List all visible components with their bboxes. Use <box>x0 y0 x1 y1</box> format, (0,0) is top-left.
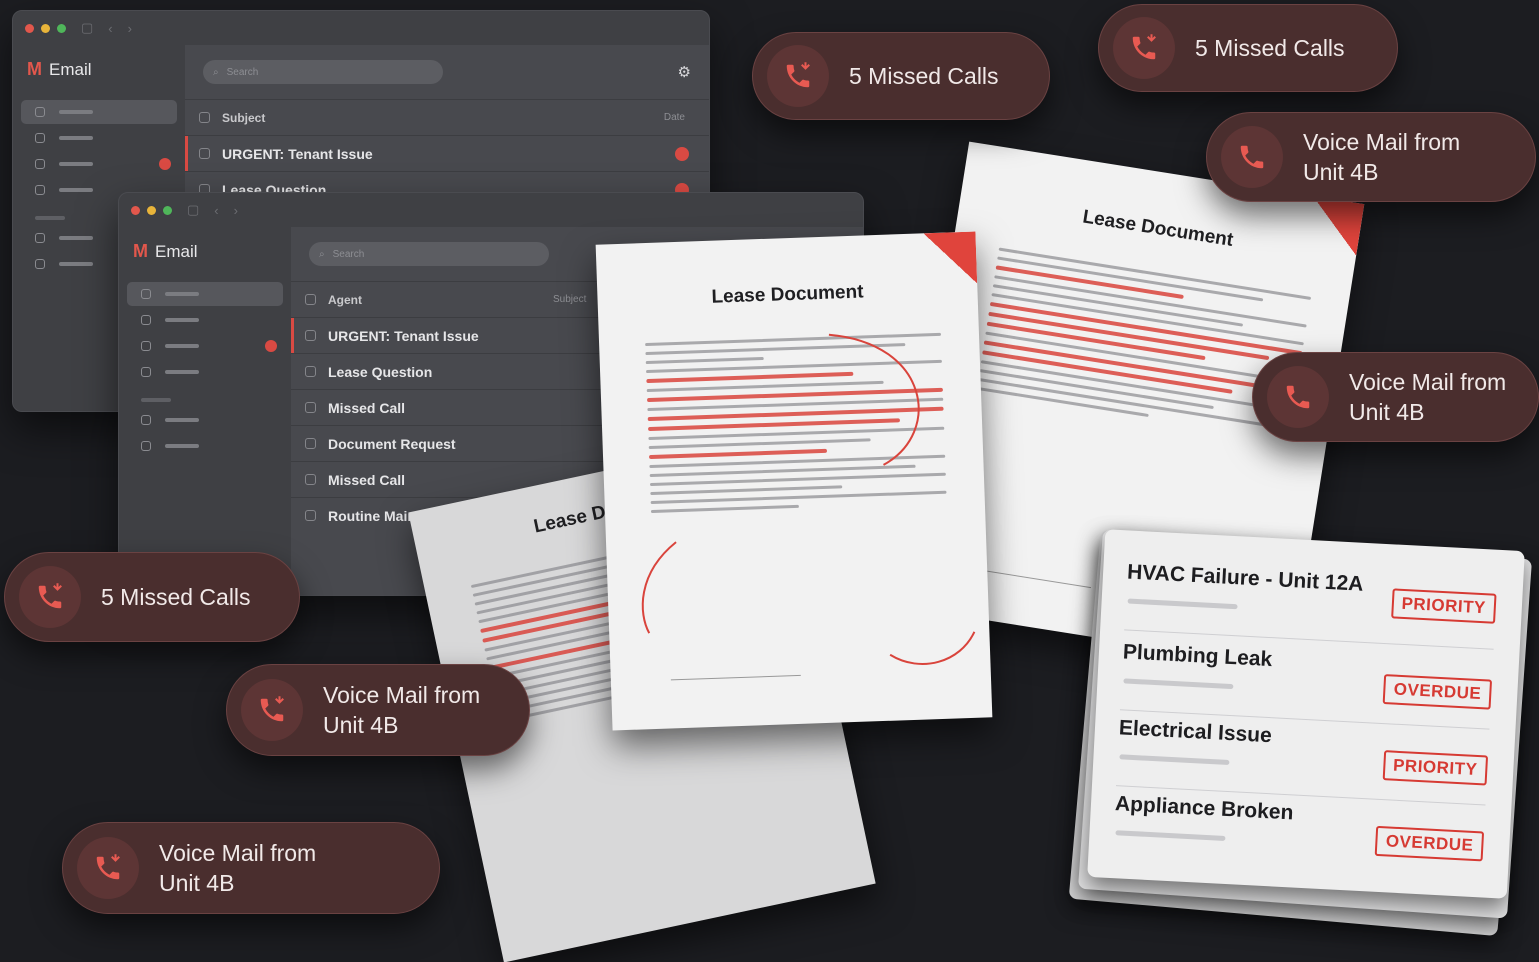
sidebar: M Email <box>119 227 291 595</box>
minimize-dot[interactable] <box>41 23 50 33</box>
ticket-title: HVAC Failure - Unit 12A <box>1126 560 1364 596</box>
back-icon[interactable]: ‹ <box>214 203 218 218</box>
missed-calls-notification[interactable]: 5 Missed Calls <box>752 32 1050 120</box>
voicemail-notification[interactable]: Voice Mail from Unit 4B <box>226 664 530 756</box>
status-stamp: OVERDUE <box>1375 825 1485 862</box>
forward-icon[interactable]: › <box>128 21 132 36</box>
unread-badge <box>159 158 171 170</box>
sidebar-item-starred[interactable] <box>21 126 177 150</box>
phone-icon <box>1267 366 1329 428</box>
list-header: Subject Date <box>185 99 709 135</box>
row-checkbox[interactable] <box>305 510 316 521</box>
voicemail-notification[interactable]: Voice Mail from Unit 4B <box>62 822 440 914</box>
status-stamp: PRIORITY <box>1390 588 1497 624</box>
ticket-card[interactable]: HVAC Failure - Unit 12A PRIORITY Plumbin… <box>1087 529 1525 899</box>
unread-badge <box>265 340 277 352</box>
titlebar: ▢ ‹ › <box>119 193 863 227</box>
sidebar-toggle-icon[interactable]: ▢ <box>81 20 93 36</box>
sidebar-item-drafts[interactable] <box>127 360 283 384</box>
phone-missed-icon <box>77 837 139 899</box>
sidebar-item-starred[interactable] <box>127 308 283 332</box>
phone-missed-icon <box>767 45 829 107</box>
missed-calls-notification[interactable]: 5 Missed Calls <box>4 552 300 642</box>
close-dot[interactable] <box>131 205 140 215</box>
voicemail-notification[interactable]: Voice Mail from Unit 4B <box>1206 112 1536 202</box>
sidebar-item-folder-1[interactable] <box>127 408 283 432</box>
pill-text: Voice Mail from Unit 4B <box>159 840 317 896</box>
sidebar-item-folder-2[interactable] <box>127 434 283 458</box>
maximize-dot[interactable] <box>163 205 172 215</box>
phone-icon <box>1221 126 1283 188</box>
sidebar-item-important[interactable] <box>127 334 283 358</box>
pill-text: 5 Missed Calls <box>101 584 251 610</box>
app-brand: M Email <box>13 45 185 98</box>
app-name: Email <box>155 241 198 261</box>
pill-text: Voice Mail from Unit 4B <box>1349 369 1507 425</box>
search-bar: ⌕ Search ⚙ <box>185 45 709 99</box>
ticket-title: Appliance Broken <box>1114 792 1294 825</box>
ticket-title: Electrical Issue <box>1118 716 1273 748</box>
search-input[interactable]: ⌕ Search <box>309 242 549 266</box>
row-checkbox[interactable] <box>305 330 316 341</box>
pill-text: Voice Mail from Unit 4B <box>323 682 481 738</box>
phone-missed-icon <box>241 679 303 741</box>
forward-icon[interactable]: › <box>234 203 238 218</box>
gear-icon[interactable]: ⚙ <box>678 63 691 81</box>
minimize-dot[interactable] <box>147 205 156 215</box>
ticket-title: Plumbing Leak <box>1122 640 1273 672</box>
row-checkbox[interactable] <box>305 438 316 449</box>
titlebar: ▢ ‹ › <box>13 11 709 45</box>
list-item[interactable]: URGENT: Tenant Issue <box>185 135 709 171</box>
ticket-item[interactable]: Plumbing Leak OVERDUE <box>1119 640 1493 730</box>
status-stamp: OVERDUE <box>1383 674 1493 710</box>
search-icon: ⌕ <box>213 66 219 78</box>
ticket-item[interactable]: Electrical Issue PRIORITY <box>1115 716 1489 806</box>
voicemail-notification[interactable]: Voice Mail from Unit 4B <box>1252 352 1539 442</box>
row-checkbox[interactable] <box>305 474 316 485</box>
app-brand: M Email <box>119 227 291 280</box>
status-stamp: PRIORITY <box>1382 750 1489 786</box>
search-input[interactable]: ⌕ Search <box>203 60 443 84</box>
mail-logo-icon: M <box>27 59 42 79</box>
pill-text: 5 Missed Calls <box>849 63 999 89</box>
pill-text: Voice Mail from Unit 4B <box>1303 129 1461 185</box>
pill-text: 5 Missed Calls <box>1195 35 1345 61</box>
sidebar-item-inbox[interactable] <box>21 100 177 124</box>
back-icon[interactable]: ‹ <box>108 21 112 36</box>
ticket-item[interactable]: Appliance Broken OVERDUE <box>1112 792 1485 881</box>
lease-document-center[interactable]: Lease Document <box>595 231 993 731</box>
sidebar-toggle-icon[interactable]: ▢ <box>187 202 199 218</box>
ticket-item[interactable]: HVAC Failure - Unit 12A PRIORITY <box>1124 560 1497 650</box>
phone-missed-icon <box>1113 17 1175 79</box>
search-icon: ⌕ <box>319 248 325 260</box>
sidebar-item-inbox[interactable] <box>127 282 283 306</box>
missed-calls-notification[interactable]: 5 Missed Calls <box>1098 4 1398 92</box>
row-checkbox[interactable] <box>305 402 316 413</box>
mail-logo-icon: M <box>133 241 148 261</box>
app-name: Email <box>49 59 92 79</box>
row-checkbox[interactable] <box>199 148 210 159</box>
document-corner-flag <box>923 231 978 286</box>
row-checkbox[interactable] <box>305 366 316 377</box>
phone-missed-icon <box>19 566 81 628</box>
document-corner-flag <box>1304 196 1365 256</box>
maximize-dot[interactable] <box>57 23 66 33</box>
sidebar-item-important[interactable] <box>21 152 177 176</box>
close-dot[interactable] <box>25 23 34 33</box>
